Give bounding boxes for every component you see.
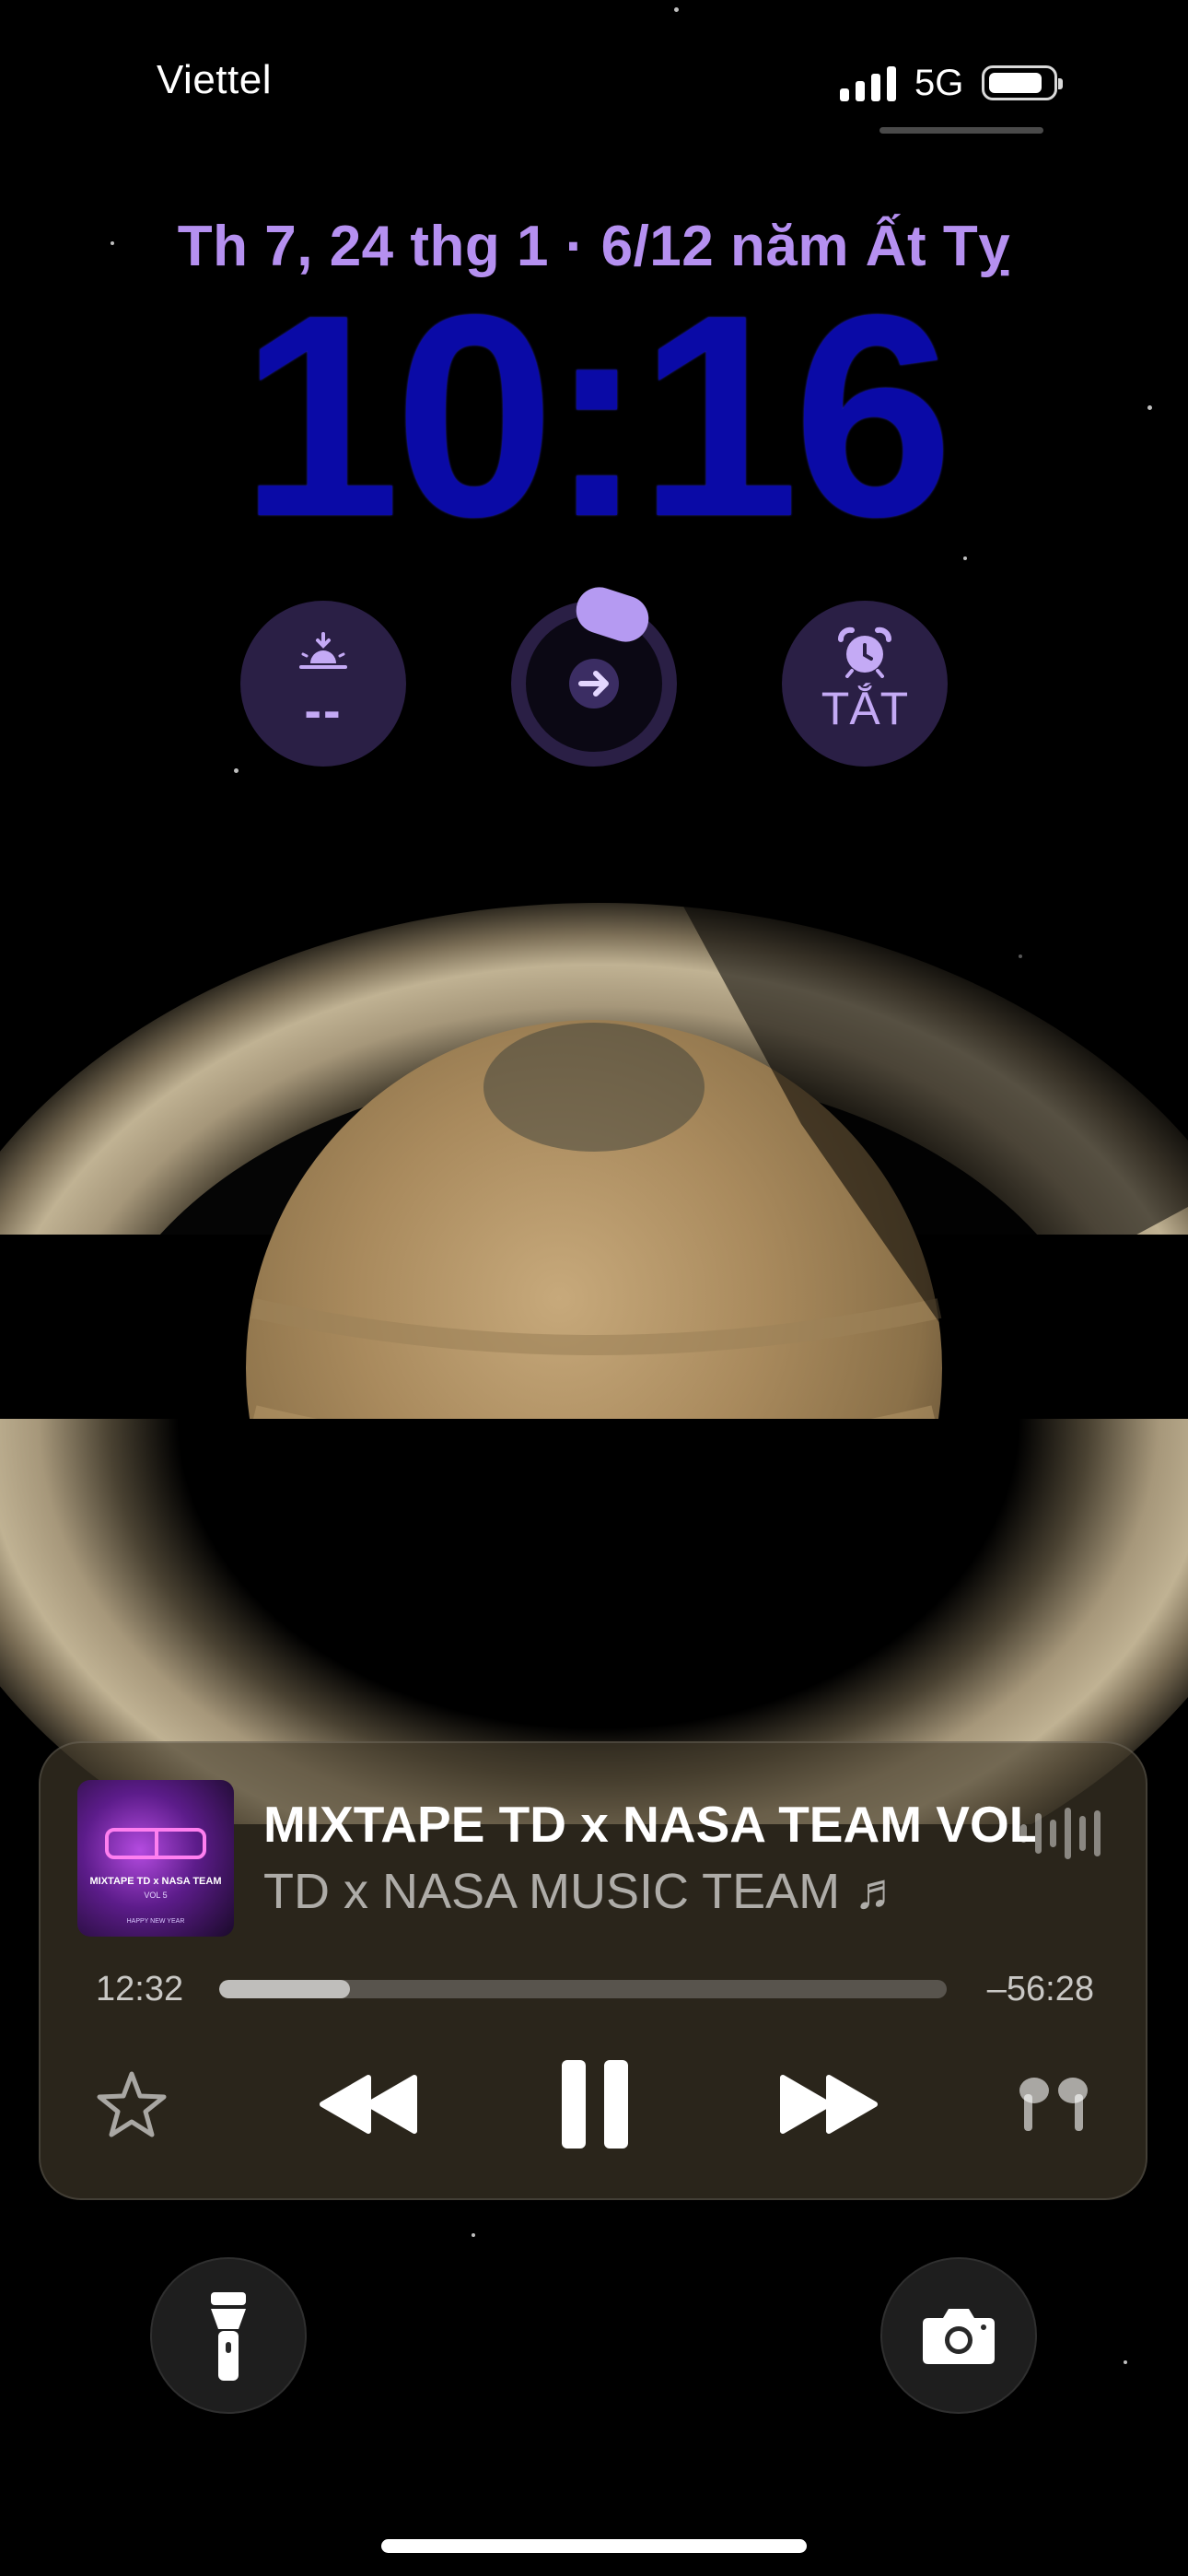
flashlight-icon <box>211 2292 246 2381</box>
song-artist[interactable]: TD x NASA MUSIC TEAM ♬ <box>263 1863 963 1920</box>
shortcut-widget[interactable] <box>511 580 677 767</box>
saturn-wallpaper <box>0 903 1188 1824</box>
rewind-button[interactable] <box>309 2058 429 2150</box>
star-dot <box>674 7 679 12</box>
star-icon <box>97 2071 167 2137</box>
pause-icon <box>562 2060 628 2149</box>
star-dot <box>472 2233 475 2237</box>
artwork-glasses <box>105 1828 206 1859</box>
camera-button[interactable] <box>880 2257 1037 2414</box>
status-icons: 5G <box>840 57 1064 109</box>
elapsed-time: 12:32 <box>96 1970 184 2008</box>
now-playing-card[interactable]: MIXTAPE TD x NASA TEAM VOL 5 HAPPY NEW Y… <box>39 1741 1147 2200</box>
alarm-widget[interactable]: TẮT <box>782 601 948 767</box>
album-artwork[interactable]: MIXTAPE TD x NASA TEAM VOL 5 HAPPY NEW Y… <box>77 1780 234 1937</box>
star-dot <box>1124 2360 1127 2364</box>
fast-forward-button[interactable] <box>768 2058 888 2150</box>
rewind-icon <box>320 2075 417 2134</box>
star-dot <box>234 768 239 773</box>
network-type: 5G <box>914 62 964 103</box>
airpods-icon <box>1019 2078 1088 2131</box>
fast-forward-icon <box>780 2075 878 2134</box>
camera-icon <box>923 2309 995 2364</box>
alarm-clock-icon <box>838 626 891 678</box>
favorite-button[interactable] <box>92 2058 171 2150</box>
sunrise-value: -- <box>304 681 343 739</box>
sunrise-widget[interactable]: -- <box>240 601 406 767</box>
playback-scrubber[interactable] <box>219 1980 947 1998</box>
artwork-subtitle: VOL 5 <box>144 1891 168 1900</box>
sunrise-icon <box>299 632 347 669</box>
cellular-signal-icon <box>840 64 896 101</box>
lock-clock[interactable]: 10:16 <box>0 273 1188 560</box>
pause-button[interactable] <box>547 2058 643 2150</box>
playback-progress-fill <box>219 1980 351 1998</box>
arrow-right-icon <box>569 659 619 708</box>
control-center-handle[interactable] <box>879 127 1043 134</box>
carrier-name: Viettel <box>157 57 272 102</box>
remaining-time: –56:28 <box>986 1970 1094 2008</box>
artwork-footer: HAPPY NEW YEAR <box>126 1918 185 1925</box>
audio-waveform-icon <box>1020 1802 1101 1865</box>
flashlight-button[interactable] <box>150 2257 307 2414</box>
battery-icon <box>982 65 1064 100</box>
song-title[interactable]: MIXTAPE TD x NASA TEAM VOL 5 <box>263 1795 1035 1854</box>
audio-output-button[interactable] <box>1006 2058 1101 2150</box>
lock-screen: Viettel 5G Th 7, 24 thg 1 · 6/12 năm Ất … <box>0 0 1188 2576</box>
home-indicator[interactable] <box>381 2539 807 2553</box>
alarm-value: TẮT <box>821 683 909 734</box>
artwork-title: MIXTAPE TD x NASA TEAM <box>89 1876 222 1887</box>
